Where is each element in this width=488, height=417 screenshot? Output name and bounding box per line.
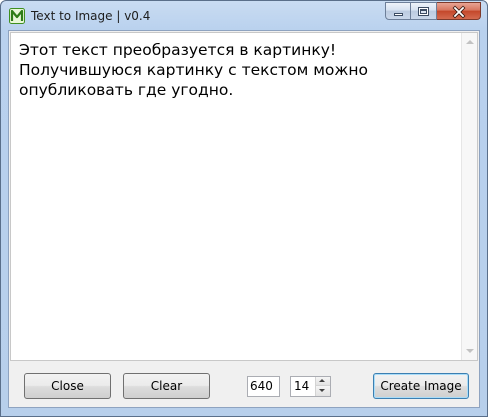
maximize-icon xyxy=(418,7,429,16)
client-area: Этот текст преобразуется в картинку! Пол… xyxy=(8,30,480,408)
app-window: Text to Image | v0.4 Этот текст преобраз… xyxy=(0,0,488,417)
image-width-input[interactable]: 640 xyxy=(247,376,280,397)
window-close-button[interactable] xyxy=(437,2,481,20)
chevron-down-icon xyxy=(319,389,325,392)
app-logo-icon xyxy=(9,8,25,24)
maximize-button[interactable] xyxy=(411,2,437,20)
chevron-up-icon xyxy=(319,379,325,382)
vertical-scrollbar[interactable] xyxy=(461,33,477,360)
title-bar[interactable]: Text to Image | v0.4 xyxy=(1,1,487,31)
text-editor[interactable]: Этот текст преобразуется в картинку! Пол… xyxy=(10,32,478,361)
minimize-icon xyxy=(394,13,403,16)
minimize-button[interactable] xyxy=(385,2,411,20)
close-button[interactable]: Close xyxy=(24,373,111,399)
create-image-button[interactable]: Create Image xyxy=(373,373,469,399)
editor-text[interactable]: Этот текст преобразуется в картинку! Пол… xyxy=(19,40,449,100)
close-icon xyxy=(452,5,466,19)
font-size-stepper[interactable]: 14 xyxy=(290,376,331,397)
clear-button[interactable]: Clear xyxy=(123,373,210,399)
caption-buttons xyxy=(385,2,481,22)
scroll-up-icon[interactable] xyxy=(466,40,474,44)
window-title: Text to Image | v0.4 xyxy=(31,9,151,23)
stepper-up-button[interactable] xyxy=(315,377,330,386)
scroll-down-icon[interactable] xyxy=(466,349,474,353)
font-size-value[interactable]: 14 xyxy=(294,377,309,396)
stepper-down-button[interactable] xyxy=(315,386,330,396)
